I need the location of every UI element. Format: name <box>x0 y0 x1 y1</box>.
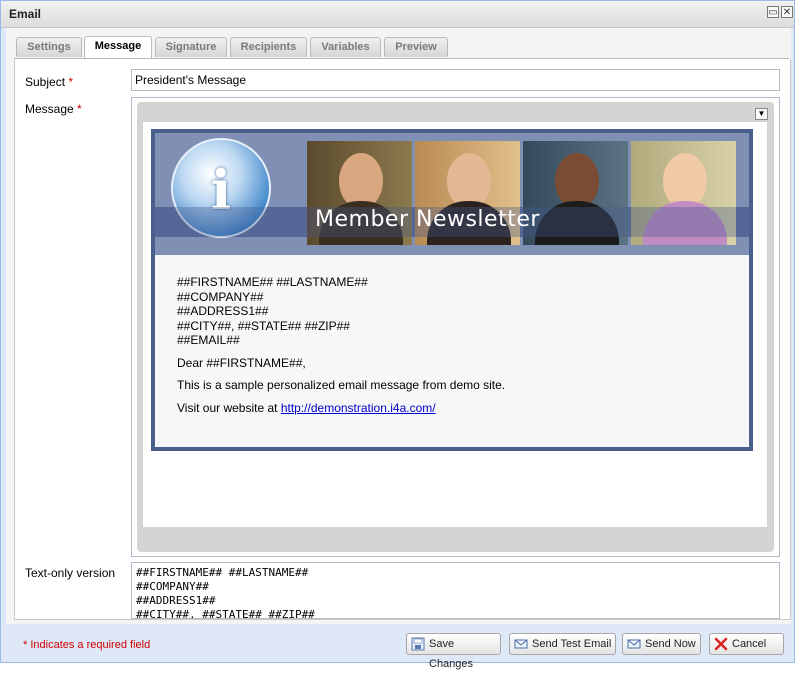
editor-frame: ▼ i Member Newsletter ##FIRSTNAME## ##LA… <box>137 102 774 552</box>
envelope-icon <box>627 639 641 649</box>
close-icon[interactable]: ✕ <box>781 6 793 18</box>
send-test-email-button[interactable]: Send Test Email <box>509 633 616 655</box>
merge-line: ##COMPANY## <box>177 289 264 304</box>
greeting-text: Dear ##FIRSTNAME##, <box>177 355 306 370</box>
tab-preview[interactable]: Preview <box>384 37 448 57</box>
textonly-label: Text-only version <box>25 566 116 580</box>
save-changes-label: Save Changes <box>429 638 474 670</box>
tab-recipients[interactable]: Recipients <box>230 37 307 57</box>
sample-text: This is a sample personalized email mess… <box>177 378 506 392</box>
newsletter-title: Member Newsletter <box>315 207 540 232</box>
textonly-line: ##FIRSTNAME## ##LASTNAME## <box>136 566 309 579</box>
subject-label: Subject * <box>25 75 73 89</box>
required-marker: * <box>77 102 82 116</box>
chevron-down-icon[interactable]: ▼ <box>755 108 768 120</box>
textonly-line: ##COMPANY## <box>136 580 209 593</box>
message-editor[interactable]: ▼ i Member Newsletter ##FIRSTNAME## ##LA… <box>131 97 780 557</box>
save-changes-button[interactable]: Save Changes <box>406 633 501 670</box>
tab-message[interactable]: Message <box>84 36 152 58</box>
textonly-textarea[interactable]: ##FIRSTNAME## ##LASTNAME## ##COMPANY## #… <box>131 562 780 619</box>
message-panel: Subject * Message * ▼ i <box>14 59 791 620</box>
merge-line: ##FIRSTNAME## ##LASTNAME## <box>177 275 368 289</box>
tab-settings[interactable]: Settings <box>16 37 82 57</box>
tab-variables[interactable]: Variables <box>310 37 381 57</box>
visit-line: Visit our website at http://demonstratio… <box>177 401 505 416</box>
merge-line: ##EMAIL## <box>177 333 240 347</box>
window-titlebar[interactable]: Email ▭ ✕ <box>1 1 794 28</box>
subject-input[interactable] <box>131 69 780 91</box>
send-now-label: Send Now <box>645 638 696 650</box>
subject-label-text: Subject <box>25 75 66 89</box>
editor-canvas[interactable]: i Member Newsletter ##FIRSTNAME## ##LAST… <box>143 122 767 527</box>
newsletter-banner: i Member Newsletter <box>155 133 749 255</box>
save-icon <box>411 637 425 651</box>
cancel-x-icon <box>714 637 728 651</box>
cancel-button[interactable]: Cancel <box>709 633 784 655</box>
email-window: Email ▭ ✕ Settings Message Signature Rec… <box>0 0 795 670</box>
envelope-icon <box>514 639 528 649</box>
window-body: Settings Message Signature Recipients Va… <box>6 28 791 624</box>
send-now-button[interactable]: Send Now <box>622 633 701 655</box>
message-label-text: Message <box>25 102 74 116</box>
merge-line: ##CITY##, ##STATE## ##ZIP## <box>177 318 350 333</box>
message-label: Message * <box>25 102 82 116</box>
cancel-label: Cancel <box>732 638 767 650</box>
required-marker: * <box>68 75 74 89</box>
textonly-line: ##CITY##, ##STATE## ##ZIP## <box>136 608 315 619</box>
send-test-email-label: Send Test Email <box>532 638 612 650</box>
newsletter-template: i Member Newsletter ##FIRSTNAME## ##LAST… <box>151 129 753 451</box>
visit-text: Visit our website at <box>177 400 281 415</box>
tab-strip: Settings Message Signature Recipients Va… <box>14 36 789 59</box>
merge-line: ##ADDRESS1## <box>177 304 269 318</box>
tab-signature[interactable]: Signature <box>155 37 227 57</box>
window-title: Email <box>9 7 42 21</box>
required-field-note: * Indicates a required field <box>23 639 151 651</box>
restore-icon[interactable]: ▭ <box>767 6 779 18</box>
textonly-line: ##ADDRESS1## <box>136 594 216 607</box>
newsletter-body: ##FIRSTNAME## ##LASTNAME## ##COMPANY## #… <box>177 275 505 415</box>
website-link[interactable]: http://demonstration.i4a.com/ <box>281 401 436 415</box>
